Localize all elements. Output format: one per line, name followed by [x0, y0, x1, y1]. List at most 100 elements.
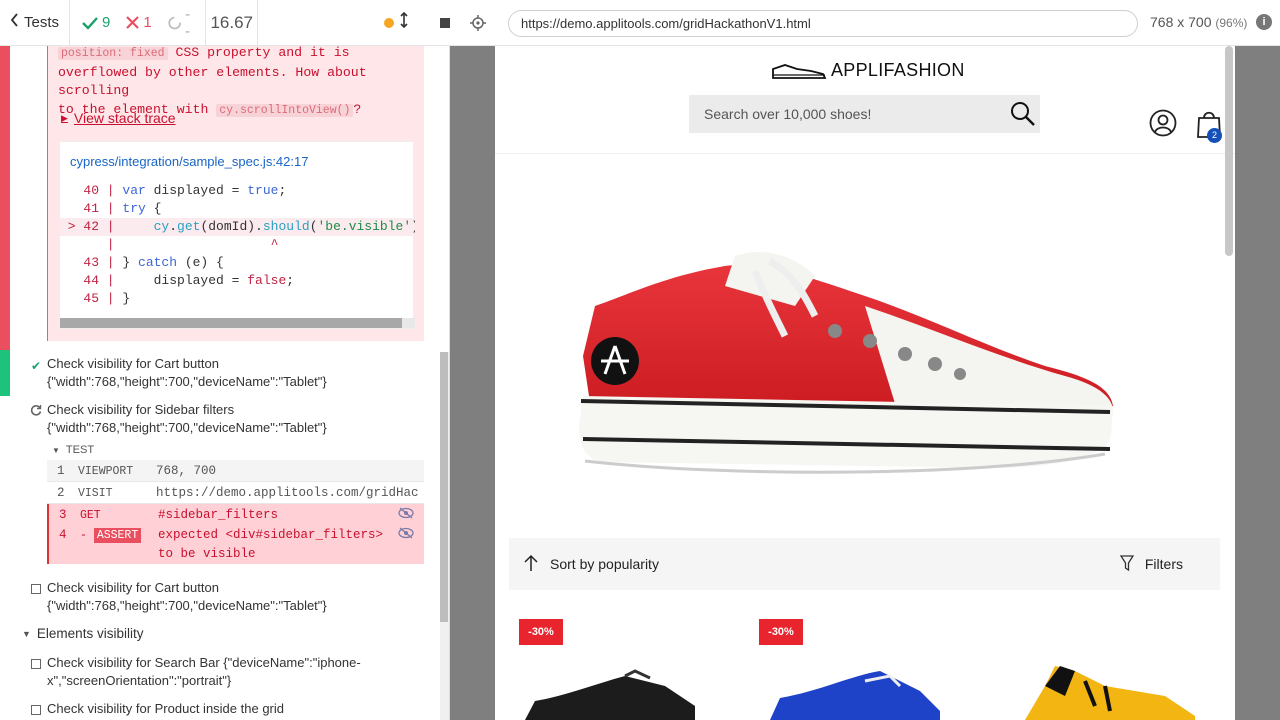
failed-test-bar [0, 46, 10, 350]
command-log-header[interactable]: ▼ TEST [52, 444, 94, 456]
failed-count[interactable]: 1 [126, 14, 152, 31]
eye-slash-icon[interactable] [398, 527, 414, 539]
check-icon: ✔ [30, 359, 42, 373]
code-lines: 40 | var displayed = true; 41 | try { > … [60, 182, 415, 308]
command-log: 1 VIEWPORT 768, 700 2 VISIT https://demo… [47, 460, 424, 564]
test-title: Check visibility for Search Bar {"device… [47, 655, 361, 670]
command-number: 4 [59, 528, 67, 542]
stop-icon[interactable] [440, 17, 450, 28]
search-icon[interactable] [1010, 101, 1036, 127]
sort-dropdown[interactable]: Sort by popularity [550, 556, 659, 572]
view-stack-trace-link[interactable]: ▶ View stack trace [61, 110, 176, 126]
viewport-size: 768 x 700 (96%) [1150, 14, 1247, 30]
code-line: 41 | try { [60, 201, 162, 216]
tests-button[interactable]: Tests [0, 0, 70, 45]
eye-slash-icon[interactable] [398, 507, 414, 519]
command-row-get[interactable]: 3 GET #sidebar_filters [47, 504, 424, 524]
command-message: https://demo.applitools.com/gridHac… [156, 486, 418, 500]
command-number: 2 [57, 486, 65, 500]
x-icon [126, 16, 140, 29]
error-line3b: ? [353, 101, 362, 117]
pending-count[interactable]: -- [168, 6, 194, 40]
error-line1: CSS property and it is [167, 46, 350, 60]
url-field[interactable]: https://demo.applitools.com/gridHackatho… [508, 10, 1138, 37]
test-title: Check visibility for Cart button [47, 580, 219, 595]
pending-circle-icon [168, 16, 181, 29]
code-line: 40 | var displayed = true; [60, 183, 287, 198]
filter-icon[interactable] [1120, 555, 1134, 572]
refresh-icon [30, 403, 42, 421]
caret-right-icon: ▶ [61, 112, 68, 123]
viewport-dimensions: 768 x 700 [1150, 14, 1212, 30]
info-icon[interactable]: i [1256, 14, 1272, 30]
command-message: 768, 700 [156, 464, 217, 478]
reporter-scrollbar[interactable] [440, 352, 449, 720]
pending-number: -- [185, 5, 191, 40]
test-title: Check visibility for Cart button [47, 356, 219, 371]
assert-message-line1: expected <div#sidebar_filters> [158, 528, 384, 542]
test-item-sidebar-running[interactable]: Check visibility for Sidebar filters {"w… [30, 401, 327, 437]
arrow-up-icon[interactable] [523, 554, 539, 572]
suite-title: Elements visibility [36, 626, 144, 641]
user-icon[interactable] [1149, 109, 1177, 137]
caret-down-icon: ▼ [52, 445, 60, 455]
test-item-search-bar[interactable]: Check visibility for Search Bar {"device… [30, 654, 361, 690]
app-scrollbar[interactable] [1225, 46, 1233, 256]
sort-bar: Sort by popularity Filters [509, 538, 1220, 590]
code-horizontal-scrollbar[interactable] [60, 318, 415, 328]
test-title: Check visibility for Sidebar filters [47, 402, 235, 417]
cart-count-badge: 2 [1207, 128, 1222, 143]
error-message-box: position: fixed CSS property and it is o… [47, 46, 424, 341]
filters-button[interactable]: Filters [1145, 556, 1183, 572]
test-item-cart-passed[interactable]: ✔ Check visibility for Cart button {"wid… [30, 355, 327, 391]
test-section-label: TEST [65, 444, 95, 456]
command-number: 3 [59, 508, 67, 522]
command-row-viewport[interactable]: 1 VIEWPORT 768, 700 [47, 460, 424, 482]
command-row-assert[interactable]: 4 - ASSERT expected <div#sidebar_filters… [47, 524, 424, 564]
code-file-link[interactable]: cypress/integration/sample_spec.js:42:17 [70, 154, 308, 169]
command-row-visit[interactable]: 2 VISIT https://demo.applitools.com/grid… [47, 482, 424, 504]
assert-prefix: - [80, 529, 87, 542]
code-line: | ^ [60, 237, 279, 252]
tests-label: Tests [24, 14, 60, 31]
checkbox-icon [30, 581, 42, 599]
browser-url-bar: https://demo.applitools.com/gridHackatho… [450, 0, 1280, 46]
app-preview: APPLIFASHION Search over 10,000 shoes! 2 [450, 46, 1280, 720]
checkbox-icon [30, 656, 42, 674]
test-item-product-grid[interactable]: Check visibility for Product inside the … [30, 700, 284, 718]
checkbox-icon [30, 702, 42, 720]
search-input[interactable]: Search over 10,000 shoes! [689, 95, 1040, 133]
product-image[interactable] [770, 666, 940, 720]
stack-trace-label: View stack trace [73, 110, 176, 126]
hero-sneaker-image [579, 252, 1113, 474]
failed-number: 1 [143, 14, 152, 31]
command-name: VISIT [78, 487, 113, 500]
command-number: 1 [57, 464, 65, 478]
test-subtitle: x","screenOrientation":"portrait"} [47, 673, 232, 688]
assert-badge: ASSERT [93, 528, 142, 543]
command-name: GET [80, 509, 101, 522]
selector-playground-icon[interactable] [450, 15, 506, 31]
code-line: 43 | } catch (e) { [60, 255, 224, 270]
run-controls [258, 0, 450, 45]
reporter-panel: position: fixed CSS property and it is o… [0, 46, 450, 720]
brand-logo[interactable]: APPLIFASHION [771, 60, 965, 81]
test-subtitle: {"width":768,"height":700,"deviceName":"… [47, 598, 327, 613]
test-subtitle: {"width":768,"height":700,"deviceName":"… [47, 420, 327, 435]
auto-scroll-icon[interactable] [400, 11, 408, 33]
reporter-header: Tests 9 1 -- 16.67 [0, 0, 450, 46]
product-image[interactable] [1025, 666, 1195, 720]
search-placeholder: Search over 10,000 shoes! [704, 106, 872, 122]
discount-badge: -30% [519, 619, 563, 645]
assert-message-line2: to be visible [158, 547, 256, 561]
code-line-highlighted: > 42 | cy.get(domId).should('be.visible'… [60, 218, 415, 236]
error-code-scroll: cy.scrollIntoView() [216, 103, 354, 117]
passed-count[interactable]: 9 [82, 14, 110, 31]
product-image[interactable] [525, 666, 695, 720]
running-indicator-icon [384, 17, 394, 28]
test-item-cart-pending[interactable]: Check visibility for Cart button {"width… [30, 579, 327, 615]
check-icon [82, 16, 98, 30]
command-message: expected <div#sidebar_filters>to be visi… [158, 526, 420, 564]
command-name-wrap: - ASSERT [80, 526, 142, 545]
suite-elements-visibility[interactable]: ▼ Elements visibility [22, 626, 143, 641]
